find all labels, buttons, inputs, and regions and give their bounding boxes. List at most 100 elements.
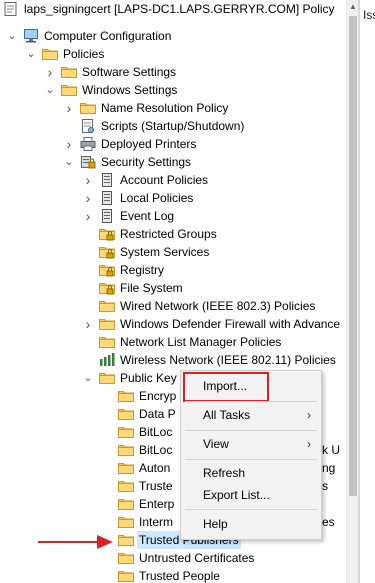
no-expander <box>82 225 94 243</box>
tree-node-label: Public Key <box>120 371 177 385</box>
folder-icon <box>118 533 134 547</box>
no-expander <box>101 513 113 531</box>
tree-node-label: Auton <box>139 461 171 475</box>
tree-node[interactable]: Scripts (Startup/Shutdown) <box>0 117 346 135</box>
chevron-right-icon[interactable]: › <box>63 99 75 117</box>
tree-node[interactable]: › Windows Defender Firewall with Advance <box>0 315 346 333</box>
policy-root-label: laps_signingcert [LAPS-DC1.LAPS.GERRYR.C… <box>24 2 335 16</box>
chevron-right-icon[interactable]: › <box>82 207 94 225</box>
policy-icon <box>99 191 115 205</box>
menu-item-view[interactable]: View › <box>181 433 321 455</box>
tree-node-label: Restricted Groups <box>120 227 217 241</box>
folder-icon <box>99 371 115 385</box>
chevron-right-icon[interactable]: › <box>82 315 94 333</box>
import-highlight-box <box>183 372 269 402</box>
annotation-arrow-head <box>97 535 113 549</box>
folder-icon <box>118 479 134 493</box>
tree-node-label: Scripts (Startup/Shutdown) <box>101 119 245 133</box>
folder-icon <box>118 551 134 565</box>
folder-icon <box>118 407 134 421</box>
menu-separator <box>185 430 317 431</box>
policy-icon <box>99 209 115 223</box>
tree-node-label: Wireless Network (IEEE 802.11) Policies <box>120 353 336 367</box>
printer-icon <box>80 137 96 151</box>
tree-node-label: Enterp <box>139 497 175 511</box>
no-expander <box>82 297 94 315</box>
menu-separator <box>185 509 317 510</box>
tree-node[interactable]: Trusted People <box>0 567 346 583</box>
no-expander <box>82 261 94 279</box>
scroll-thumb[interactable] <box>349 16 357 496</box>
tree-node[interactable]: ⌄ Policies <box>0 45 346 63</box>
tree-node-label: Local Policies <box>120 191 194 205</box>
chevron-down-icon[interactable]: ⌄ <box>82 369 94 387</box>
tree-node[interactable]: › Software Settings <box>0 63 346 81</box>
chevron-right-icon[interactable]: › <box>44 63 56 81</box>
tree-node-label: Account Policies <box>120 173 209 187</box>
tree-node[interactable]: ⌄ Computer Configuration <box>0 27 346 45</box>
tree-node[interactable]: Registry <box>0 261 346 279</box>
no-expander <box>82 351 94 369</box>
context-menu: Import... All Tasks › View › Refresh Exp… <box>180 370 322 540</box>
submenu-arrow-icon: › <box>307 437 311 451</box>
menu-item-all-tasks[interactable]: All Tasks › <box>181 404 321 426</box>
script-icon <box>80 119 96 133</box>
chevron-right-icon[interactable]: › <box>82 189 94 207</box>
menu-item-refresh[interactable]: Refresh <box>181 462 321 484</box>
menu-separator <box>185 459 317 460</box>
menu-item-label: Refresh <box>203 466 246 480</box>
tree-node[interactable]: Restricted Groups <box>0 225 346 243</box>
security-icon <box>80 155 96 169</box>
folder-icon <box>118 461 134 475</box>
tree-node-label: Software Settings <box>82 65 177 79</box>
menu-item-label: Help <box>203 517 228 531</box>
tree-node[interactable]: ⌄ Security Settings <box>0 153 346 171</box>
tree-node[interactable]: Wired Network (IEEE 802.3) Policies <box>0 297 346 315</box>
tree-node[interactable]: › Event Log <box>0 207 346 225</box>
folder-icon <box>61 83 77 97</box>
folder-icon <box>118 425 134 439</box>
folder-icon <box>99 317 115 331</box>
tree-node-label: Security Settings <box>101 155 192 169</box>
tree-node[interactable]: Wireless Network (IEEE 802.11) Policies <box>0 351 346 369</box>
tree-node[interactable]: › Local Policies <box>0 189 346 207</box>
tree-node-label: File System <box>120 281 183 295</box>
chevron-down-icon[interactable]: ⌄ <box>44 81 56 99</box>
tree-node[interactable]: System Services <box>0 243 346 261</box>
computer-icon <box>23 29 39 43</box>
no-expander <box>63 117 75 135</box>
menu-item-help[interactable]: Help <box>181 513 321 535</box>
no-expander <box>101 441 113 459</box>
locked-folder-icon <box>99 281 115 295</box>
details-pane: Iss <box>360 0 375 583</box>
tree-node-label: BitLoc <box>139 443 173 457</box>
no-expander <box>101 477 113 495</box>
chevron-down-icon[interactable]: ⌄ <box>25 45 37 63</box>
chevron-right-icon[interactable]: › <box>82 171 94 189</box>
tree-node-label: Wired Network (IEEE 802.3) Policies <box>120 299 316 313</box>
folder-icon <box>99 335 115 349</box>
tree-node-label: Interm <box>139 515 174 529</box>
tree-node-label: Windows Defender Firewall with Advance <box>120 317 341 331</box>
no-expander <box>101 459 113 477</box>
folder-icon <box>42 47 58 61</box>
tree-node-label: BitLoc <box>139 425 173 439</box>
column-header-issued[interactable]: Iss <box>363 8 375 22</box>
tree-node-label: Registry <box>120 263 165 277</box>
tree-node[interactable]: File System <box>0 279 346 297</box>
tree-node[interactable]: › Name Resolution Policy <box>0 99 346 117</box>
no-expander <box>101 423 113 441</box>
chevron-right-icon[interactable]: › <box>63 135 75 153</box>
tree-node[interactable]: › Account Policies <box>0 171 346 189</box>
tree-node[interactable]: ⌄ Windows Settings <box>0 81 346 99</box>
tree-node-label: Windows Settings <box>82 83 178 97</box>
chevron-down-icon[interactable]: ⌄ <box>6 27 18 45</box>
tree-node-label: Name Resolution Policy <box>101 101 229 115</box>
chevron-down-icon[interactable]: ⌄ <box>63 153 75 171</box>
tree-node[interactable]: › Deployed Printers <box>0 135 346 153</box>
locked-folder-icon <box>99 227 115 241</box>
tree-node[interactable]: Network List Manager Policies <box>0 333 346 351</box>
menu-item-export-list[interactable]: Export List... <box>181 484 321 506</box>
tree-node[interactable]: Untrusted Certificates <box>0 549 346 567</box>
tree-node-label: Untrusted Certificates <box>139 551 255 565</box>
